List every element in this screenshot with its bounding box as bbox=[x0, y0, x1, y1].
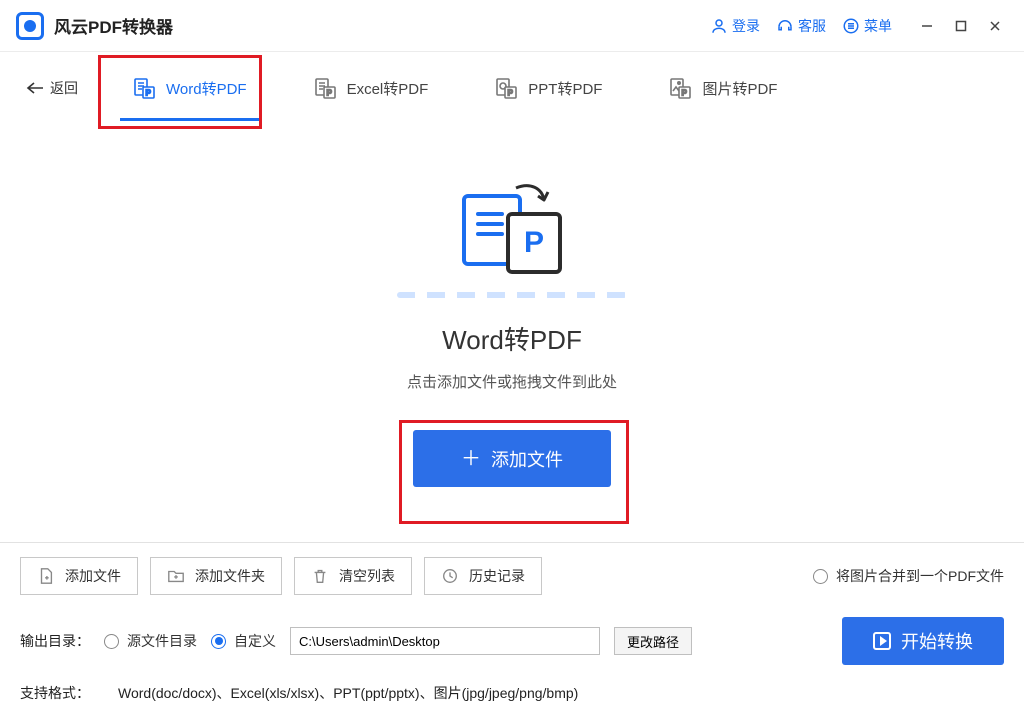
add-folder-label: 添加文件夹 bbox=[195, 566, 265, 586]
titlebar: 风云PDF转换器 登录 客服 菜单 bbox=[0, 0, 1024, 52]
menu-button[interactable]: 菜单 bbox=[836, 12, 898, 40]
radio-unchecked-icon bbox=[104, 634, 119, 649]
titlebar-left: 风云PDF转换器 bbox=[16, 12, 173, 40]
center-title: Word转PDF bbox=[442, 320, 582, 357]
clear-list-label: 清空列表 bbox=[339, 566, 395, 586]
back-button[interactable]: 返回 bbox=[20, 78, 84, 98]
trash-icon bbox=[311, 567, 329, 585]
ppt-pdf-icon: P bbox=[494, 76, 518, 100]
add-file-button[interactable]: 添加文件 bbox=[20, 557, 138, 595]
tab-label: Word转PDF bbox=[166, 78, 247, 99]
output-path-input[interactable] bbox=[290, 627, 600, 655]
history-button[interactable]: 历史记录 bbox=[424, 557, 542, 595]
radio-custom-label: 自定义 bbox=[234, 631, 276, 651]
radio-custom-dir[interactable]: 自定义 bbox=[211, 631, 276, 651]
output-row: 输出目录： 源文件目录 自定义 更改路径 开始转换 bbox=[20, 617, 1004, 665]
menu-label: 菜单 bbox=[864, 16, 892, 36]
convert-illustration-icon: P bbox=[462, 184, 562, 274]
tab-image-to-pdf[interactable]: P 图片转PDF bbox=[650, 61, 795, 115]
headset-icon bbox=[776, 17, 794, 35]
merge-option-label: 将图片合并到一个PDF文件 bbox=[836, 566, 1004, 586]
supported-formats: 支持格式： Word(doc/docx)、Excel(xls/xlsx)、PPT… bbox=[20, 683, 1004, 703]
login-label: 登录 bbox=[732, 16, 760, 36]
tab-excel-to-pdf[interactable]: P Excel转PDF bbox=[295, 61, 447, 115]
merge-option[interactable]: 将图片合并到一个PDF文件 bbox=[813, 566, 1004, 586]
radio-source-dir[interactable]: 源文件目录 bbox=[104, 631, 197, 651]
radio-checked-icon bbox=[211, 634, 226, 649]
login-button[interactable]: 登录 bbox=[704, 12, 766, 40]
start-convert-label: 开始转换 bbox=[901, 628, 973, 654]
svg-text:P: P bbox=[146, 89, 152, 98]
folder-add-icon bbox=[167, 567, 185, 585]
radio-source-label: 源文件目录 bbox=[127, 631, 197, 651]
output-label: 输出目录： bbox=[20, 631, 90, 651]
image-pdf-icon: P bbox=[668, 76, 692, 100]
bottom-toolbar: 添加文件 添加文件夹 清空列表 历史记录 bbox=[20, 557, 1004, 595]
add-folder-button[interactable]: 添加文件夹 bbox=[150, 557, 282, 595]
radio-unchecked-icon bbox=[813, 569, 828, 584]
file-add-icon bbox=[37, 567, 55, 585]
tab-ppt-to-pdf[interactable]: P PPT转PDF bbox=[476, 61, 620, 115]
toolbar-buttons: 添加文件 添加文件夹 清空列表 历史记录 bbox=[20, 557, 542, 595]
close-button[interactable] bbox=[978, 12, 1012, 40]
support-label: 客服 bbox=[798, 16, 826, 36]
svg-text:P: P bbox=[326, 89, 332, 98]
user-icon bbox=[710, 17, 728, 35]
word-pdf-icon: P bbox=[132, 76, 156, 100]
titlebar-right: 登录 客服 菜单 bbox=[704, 12, 1012, 40]
play-icon bbox=[873, 632, 891, 650]
wave-rule-icon bbox=[397, 292, 627, 298]
start-convert-button[interactable]: 开始转换 bbox=[842, 617, 1004, 665]
center-subtitle: 点击添加文件或拖拽文件到此处 bbox=[407, 371, 617, 392]
change-path-label: 更改路径 bbox=[627, 635, 679, 650]
plus-icon: ＋ bbox=[461, 449, 481, 469]
back-label: 返回 bbox=[50, 78, 78, 98]
svg-text:P: P bbox=[508, 89, 514, 98]
add-file-main-button[interactable]: ＋ 添加文件 bbox=[413, 430, 611, 487]
menu-icon bbox=[842, 17, 860, 35]
window-controls bbox=[910, 12, 1012, 40]
formats-value: Word(doc/docx)、Excel(xls/xlsx)、PPT(ppt/p… bbox=[118, 683, 578, 703]
add-file-main-label: 添加文件 bbox=[491, 446, 563, 472]
history-icon bbox=[441, 567, 459, 585]
minimize-button[interactable] bbox=[910, 12, 944, 40]
app-logo-icon bbox=[16, 12, 44, 40]
tabs-row: 返回 P Word转PDF P Excel转PDF P PPT转PDF P 图片… bbox=[0, 52, 1024, 124]
formats-label: 支持格式： bbox=[20, 683, 90, 703]
bottom-panel: 添加文件 添加文件夹 清空列表 历史记录 bbox=[0, 542, 1024, 719]
app-title: 风云PDF转换器 bbox=[54, 13, 173, 38]
maximize-button[interactable] bbox=[944, 12, 978, 40]
tab-word-to-pdf[interactable]: P Word转PDF bbox=[114, 61, 265, 115]
excel-pdf-icon: P bbox=[313, 76, 337, 100]
history-label: 历史记录 bbox=[469, 566, 525, 586]
tab-label: Excel转PDF bbox=[347, 78, 429, 99]
svg-text:P: P bbox=[682, 89, 688, 98]
add-file-label: 添加文件 bbox=[65, 566, 121, 586]
clear-list-button[interactable]: 清空列表 bbox=[294, 557, 412, 595]
support-button[interactable]: 客服 bbox=[770, 12, 832, 40]
drop-area[interactable]: P Word转PDF 点击添加文件或拖拽文件到此处 ＋ 添加文件 bbox=[0, 124, 1024, 487]
change-path-button[interactable]: 更改路径 bbox=[614, 627, 692, 655]
tab-label: PPT转PDF bbox=[528, 78, 602, 99]
tab-label: 图片转PDF bbox=[702, 78, 777, 99]
output-controls: 输出目录： 源文件目录 自定义 更改路径 bbox=[20, 627, 692, 655]
